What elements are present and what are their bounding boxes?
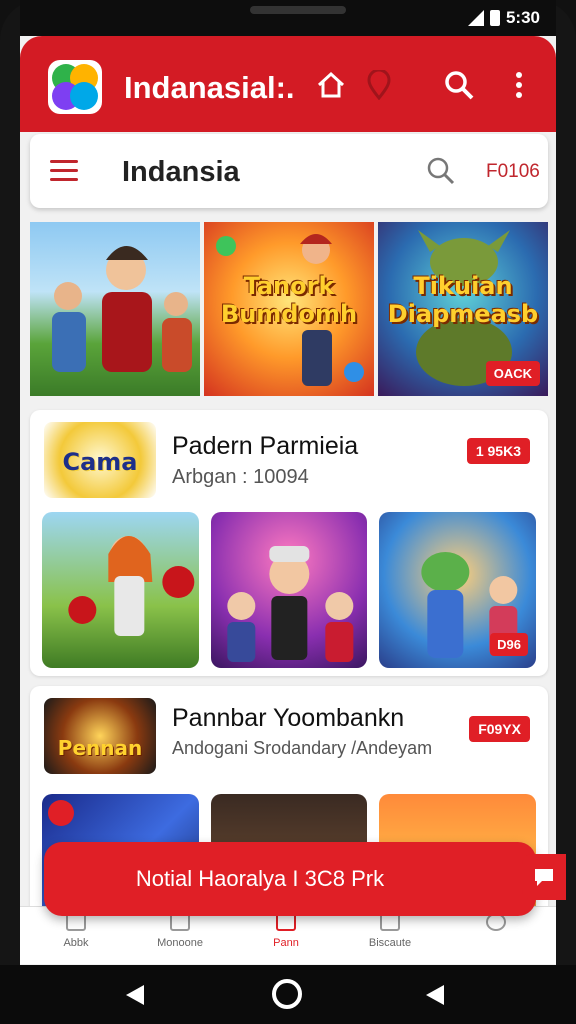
notification-text: Notial Haoralya I 3C8 Prk bbox=[135, 866, 385, 891]
system-nav-bar bbox=[0, 965, 576, 1024]
phone-frame: 5:30 Indanasial:. Indansia F0106 Tanork … bbox=[0, 0, 576, 1024]
game-logo-text: Cama bbox=[62, 448, 138, 476]
section-badge: F09YX bbox=[469, 716, 530, 742]
battery-icon bbox=[489, 10, 500, 26]
home-icon[interactable] bbox=[314, 68, 348, 102]
nav-label: Monoone bbox=[157, 937, 203, 949]
app-title: Indanasial:. bbox=[124, 70, 295, 105]
pin-icon[interactable] bbox=[362, 68, 396, 102]
more-vert-icon[interactable] bbox=[502, 68, 536, 102]
game-section: Cama Padern Parmieia Arbgan : 10094 1 95… bbox=[30, 410, 548, 676]
notification-banner[interactable]: Notial Haoralya I 3C8 Prk bbox=[44, 842, 566, 916]
game-art bbox=[68, 536, 195, 636]
game-thumbnail[interactable]: D96 bbox=[379, 512, 537, 668]
sub-header-title: Indansia bbox=[122, 156, 240, 188]
menu-icon[interactable] bbox=[50, 160, 78, 182]
nav-item[interactable]: Abbk bbox=[36, 913, 116, 949]
nav-label: Biscaute bbox=[368, 937, 412, 949]
sub-header: Indansia F0106 bbox=[30, 134, 548, 208]
status-time: 5:30 bbox=[505, 8, 540, 27]
signal-icon bbox=[467, 10, 484, 26]
section-title[interactable]: Pannbar Yoombankn bbox=[172, 704, 404, 733]
banner-title: Tikuian Diapmeasb bbox=[387, 272, 539, 328]
game-thumbnail[interactable] bbox=[210, 512, 368, 668]
recents-icon[interactable] bbox=[426, 985, 444, 1005]
nav-item-active[interactable]: Pann bbox=[246, 913, 326, 949]
speaker-notch bbox=[250, 6, 346, 14]
banner-card[interactable]: Tanork Bumdomh bbox=[204, 222, 374, 396]
banner-card[interactable] bbox=[30, 222, 200, 396]
status-bar: 5:30 bbox=[20, 0, 556, 36]
banner-title: Tanork Bumdomh bbox=[220, 272, 358, 328]
chat-icon[interactable] bbox=[522, 854, 566, 900]
search-icon[interactable] bbox=[442, 68, 476, 102]
nav-item[interactable]: Monoone bbox=[140, 913, 220, 949]
game-logo[interactable]: Cama bbox=[44, 422, 156, 498]
nav-label: Abbk bbox=[63, 937, 89, 949]
game-logo[interactable]: Pennan bbox=[44, 698, 156, 774]
game-art bbox=[227, 546, 354, 662]
nav-item[interactable] bbox=[456, 913, 536, 937]
banner-badge: OACK bbox=[485, 361, 540, 386]
section-subtitle: Arbgan : 10094 bbox=[172, 466, 309, 488]
check-icon bbox=[48, 800, 74, 826]
app-screen: 5:30 Indanasial:. Indansia F0106 Tanork … bbox=[20, 0, 556, 965]
section-badge: 1 95K3 bbox=[466, 438, 530, 464]
game-logo-text: Pennan bbox=[57, 736, 143, 760]
section-title[interactable]: Padern Parmieia bbox=[172, 432, 358, 461]
app-logo[interactable] bbox=[48, 60, 102, 114]
thumbnail-badge: D96 bbox=[490, 633, 529, 656]
back-icon[interactable] bbox=[126, 985, 144, 1005]
banner-card[interactable]: Tikuian Diapmeasb OACK bbox=[378, 222, 548, 396]
featured-banners: Tanork Bumdomh Tikuian Diapmeasb OACK bbox=[30, 222, 548, 396]
section-subtitle: Andogani Srodandary /Andeyam bbox=[172, 738, 433, 758]
game-thumbnail[interactable] bbox=[42, 512, 199, 668]
nav-label: Pann bbox=[273, 937, 299, 949]
nav-item[interactable]: Biscaute bbox=[350, 913, 430, 949]
thumb-row: D96 bbox=[42, 512, 537, 668]
game-art bbox=[52, 246, 192, 372]
home-button-icon[interactable] bbox=[272, 979, 302, 1009]
app-bar: Indanasial:. bbox=[20, 36, 556, 132]
search-icon[interactable] bbox=[426, 156, 456, 186]
sub-header-code[interactable]: F0106 bbox=[486, 161, 540, 183]
